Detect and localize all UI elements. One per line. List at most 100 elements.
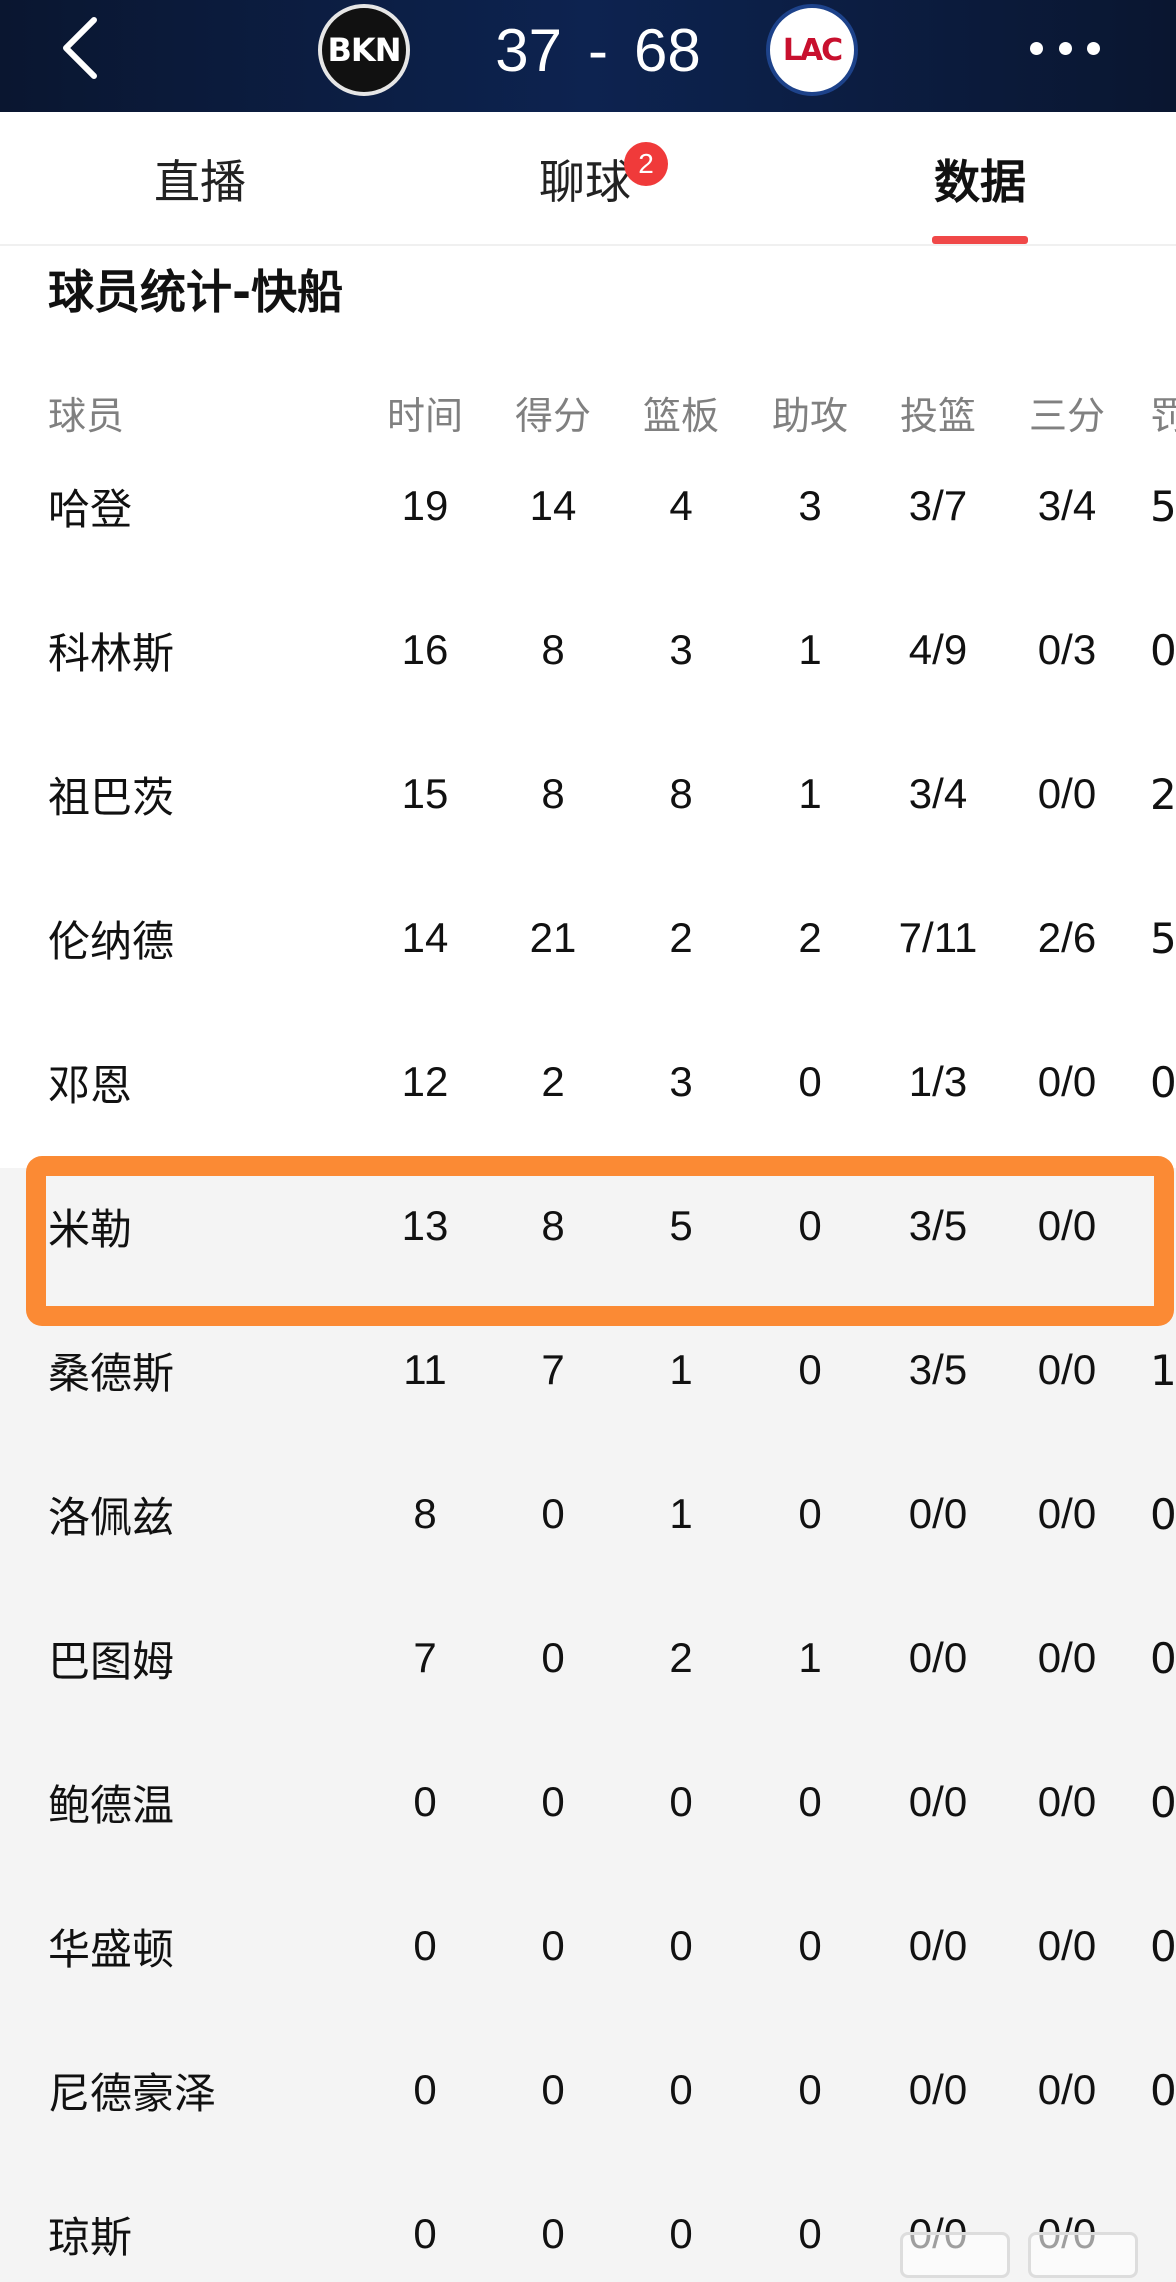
free-throws-cell: 2 xyxy=(1150,769,1176,819)
rebounds-cell: 4 xyxy=(669,482,693,529)
assists-cell: 0 xyxy=(798,2210,822,2257)
field-goals-cell: 1/3 xyxy=(908,1058,968,1105)
field-goals-cell: 3/4 xyxy=(908,770,968,817)
assists-cell: 0 xyxy=(798,1058,822,1105)
minutes-cell: 0 xyxy=(413,2210,437,2257)
rebounds-cell: 0 xyxy=(669,2066,693,2113)
rebounds-cell: 2 xyxy=(669,1634,693,1681)
assists-cell: 3 xyxy=(798,482,822,529)
tab-data[interactable]: 数据 xyxy=(900,112,1060,246)
three-pointers-cell: 0/0 xyxy=(1037,1490,1097,1537)
more-dot xyxy=(1058,41,1072,55)
away-team-abbr: LAC xyxy=(782,32,843,68)
rebounds-cell: 0 xyxy=(669,2210,693,2257)
free-throws-cell: 0 xyxy=(1150,1057,1176,1107)
tab-live[interactable]: 直播 xyxy=(120,112,280,246)
player-name-cell: 巴图姆 xyxy=(48,1636,175,1686)
points-cell: 0 xyxy=(541,1778,565,1825)
three-pointers-cell: 0/0 xyxy=(1037,1058,1097,1105)
home-team-abbr: BKN xyxy=(327,31,402,69)
section-title: 球员统计-快船 xyxy=(48,265,344,319)
watermark-mark xyxy=(900,2232,1010,2278)
minutes-cell: 0 xyxy=(413,1778,437,1825)
table-row[interactable]: 尼德豪泽 0 0 0 0 0/0 0/0 0 xyxy=(0,2018,1176,2162)
chat-unread-badge: 2 xyxy=(624,142,668,186)
scoreboard: 37 - 68 xyxy=(450,8,746,92)
rebounds-cell: 2 xyxy=(669,914,693,961)
player-name-cell: 洛佩兹 xyxy=(48,1492,175,1542)
table-row[interactable]: 洛佩兹 8 0 1 0 0/0 0/0 0 xyxy=(0,1442,1176,1586)
rebounds-cell: 8 xyxy=(669,770,693,817)
more-options-icon[interactable] xyxy=(1030,36,1100,60)
three-pointers-cell: 0/0 xyxy=(1037,770,1097,817)
minutes-cell: 15 xyxy=(401,770,449,817)
table-row[interactable]: 巴图姆 7 0 2 1 0/0 0/0 0 xyxy=(0,1586,1176,1730)
rebounds-cell: 3 xyxy=(669,626,693,673)
rebounds-cell: 0 xyxy=(669,1778,693,1825)
points-cell: 0 xyxy=(541,2210,565,2257)
free-throws-cell: 0 xyxy=(1150,2065,1176,2115)
assists-cell: 0 xyxy=(798,1778,822,1825)
table-row[interactable]: 鲍德温 0 0 0 0 0/0 0/0 0 xyxy=(0,1730,1176,1874)
minutes-cell: 0 xyxy=(413,2066,437,2113)
away-score: 68 xyxy=(633,16,701,84)
player-name-cell: 哈登 xyxy=(48,484,133,534)
rebounds-cell: 3 xyxy=(669,1058,693,1105)
points-cell: 8 xyxy=(541,626,565,673)
field-goals-cell: 0/0 xyxy=(908,1634,968,1681)
more-dot xyxy=(1030,41,1043,55)
assists-cell: 1 xyxy=(798,1634,822,1681)
three-pointers-cell: 2/6 xyxy=(1037,914,1097,961)
table-row[interactable]: 祖巴茨 15 8 8 1 3/4 0/0 2 xyxy=(0,722,1176,866)
highlight-annotation xyxy=(26,1156,1174,1326)
points-cell: 8 xyxy=(541,770,565,817)
free-throws-cell: 5 xyxy=(1150,481,1176,531)
field-goals-cell: 0/0 xyxy=(908,1922,968,1969)
table-row[interactable]: 科林斯 16 8 3 1 4/9 0/3 0 xyxy=(0,578,1176,722)
points-cell: 0 xyxy=(541,2066,565,2113)
points-cell: 21 xyxy=(529,914,577,961)
field-goals-cell: 4/9 xyxy=(908,626,968,673)
field-goals-cell: 7/11 xyxy=(898,914,978,961)
player-name-cell: 科林斯 xyxy=(48,628,175,678)
assists-cell: 0 xyxy=(798,1490,822,1537)
player-name-cell: 尼德豪泽 xyxy=(48,2068,217,2118)
assists-cell: 0 xyxy=(798,2066,822,2113)
three-pointers-cell: 0/0 xyxy=(1037,1778,1097,1825)
field-goals-cell: 0/0 xyxy=(908,1778,968,1825)
free-throws-cell: 0 xyxy=(1150,1777,1176,1827)
free-throws-cell: 0 xyxy=(1150,1633,1176,1683)
player-name-cell: 邓恩 xyxy=(48,1060,133,1110)
watermark-logo xyxy=(900,2232,1160,2278)
table-row[interactable]: 邓恩 12 2 3 0 1/3 0/0 0 xyxy=(0,1010,1176,1154)
back-button[interactable] xyxy=(58,16,102,80)
free-throws-cell: 0 xyxy=(1150,1489,1176,1539)
home-team-logo[interactable]: BKN xyxy=(318,4,410,96)
table-row[interactable]: 伦纳德 14 21 2 2 7/11 2/6 5 xyxy=(0,866,1176,1010)
field-goals-cell: 0/0 xyxy=(908,2066,968,2113)
minutes-cell: 12 xyxy=(401,1058,449,1105)
rebounds-cell: 0 xyxy=(669,1922,693,1969)
minutes-cell: 19 xyxy=(401,482,449,529)
more-dot xyxy=(1087,41,1100,55)
assists-cell: 0 xyxy=(798,1922,822,1969)
active-tab-indicator xyxy=(932,236,1028,244)
player-name-cell: 伦纳德 xyxy=(48,916,175,966)
field-goals-cell: 0/0 xyxy=(908,1490,968,1537)
home-score: 37 xyxy=(495,16,562,84)
three-pointers-cell: 3/4 xyxy=(1037,482,1097,529)
three-pointers-cell: 0/0 xyxy=(1037,1922,1097,1969)
game-header: BKN 37 - 68 LAC xyxy=(0,0,1176,112)
minutes-cell: 0 xyxy=(413,1922,437,1969)
assists-cell: 2 xyxy=(798,914,822,961)
free-throws-cell: 0 xyxy=(1150,1921,1176,1971)
score-separator: - xyxy=(588,16,608,84)
away-team-logo[interactable]: LAC xyxy=(766,4,858,96)
assists-cell: 1 xyxy=(798,770,822,817)
field-goals-cell: 3/7 xyxy=(908,482,968,529)
table-row[interactable]: 华盛顿 0 0 0 0 0/0 0/0 0 xyxy=(0,1874,1176,2018)
player-name-cell: 华盛顿 xyxy=(48,1924,175,1974)
free-throws-cell: 0 xyxy=(1150,625,1176,675)
three-pointers-cell: 0/0 xyxy=(1037,1634,1097,1681)
table-row[interactable]: 哈登 19 14 4 3 3/7 3/4 5 xyxy=(0,434,1176,578)
